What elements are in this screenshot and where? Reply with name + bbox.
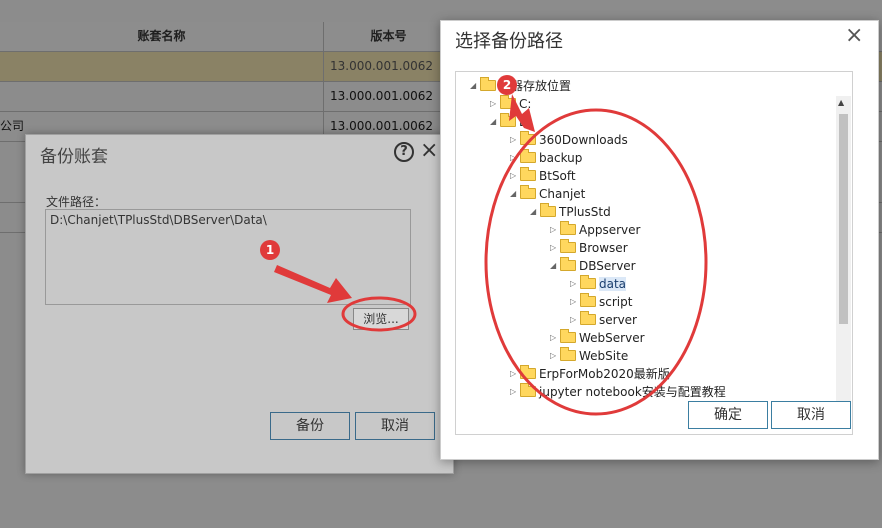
step-marker-2: 2 [497,75,517,95]
tree-node-label: D: [519,115,533,129]
tree-node-label: BtSoft [539,169,576,183]
collapsed-triangle-icon[interactable]: ▷ [490,95,500,113]
dialog-title: 选择备份路径 [455,31,563,52]
close-icon[interactable]: × [420,138,438,163]
tree-node[interactable]: ◢ 务器存放位置 [470,77,571,95]
cancel-button[interactable]: 取消 [771,401,851,429]
column-header-name: 账套名称 [137,29,186,43]
tree-node-label: backup [539,151,583,165]
expanded-triangle-icon[interactable]: ◢ [550,257,560,275]
tree-node[interactable]: ▷ script [570,293,632,311]
tree-node[interactable]: ▷ Browser [550,239,628,257]
tree-node-label: Chanjet [539,187,586,201]
folder-icon [540,203,556,217]
row-name [0,52,323,81]
cancel-button[interactable]: 取消 [355,412,435,440]
tree-node-label: WebServer [579,331,645,345]
folder-icon [560,239,576,253]
expanded-triangle-icon[interactable]: ◢ [530,203,540,221]
folder-tree[interactable]: ◢ 务器存放位置 ▷ C: ◢ D: ▷ 360Downloads ▷ backup ▷ BtSoft… [455,71,853,435]
row-name [0,82,323,111]
folder-icon [580,293,596,307]
expanded-triangle-icon[interactable]: ◢ [510,185,520,203]
tree-node[interactable]: ▷ WebServer [550,329,645,347]
collapsed-triangle-icon[interactable]: ▷ [510,365,520,383]
close-icon[interactable]: × [845,23,863,48]
collapsed-triangle-icon[interactable]: ▷ [510,149,520,167]
tree-node[interactable]: ▷ server [570,311,637,329]
tree-node[interactable]: ▷ backup [510,149,582,167]
row-version: 13.000.001.0062 [323,52,453,81]
dialog-title: 备份账套 [40,147,108,167]
tree-node[interactable]: ◢ D: [490,113,532,131]
collapsed-triangle-icon[interactable]: ▷ [510,167,520,185]
tree-node[interactable]: ▷ Appserver [550,221,640,239]
tree-node-label: Appserver [579,223,641,237]
tree-node-label: script [599,295,633,309]
tree-node[interactable]: ▷ data [570,275,627,293]
expanded-triangle-icon[interactable]: ◢ [470,77,480,95]
tree-node-label: Browser [579,241,628,255]
folder-icon [520,365,536,379]
tree-node-label: jupyter notebook安装与配置教程 [539,385,726,399]
backup-button[interactable]: 备份 [270,412,350,440]
help-icon[interactable]: ? [394,142,414,162]
folder-icon [520,149,536,163]
folder-icon [520,167,536,181]
collapsed-triangle-icon[interactable]: ▷ [550,221,560,239]
tree-node[interactable]: ▷ BtSoft [510,167,576,185]
collapsed-triangle-icon[interactable]: ▷ [570,311,580,329]
collapsed-triangle-icon[interactable]: ▷ [510,131,520,149]
collapsed-triangle-icon[interactable]: ▷ [550,329,560,347]
tree-node[interactable]: ◢ DBServer [550,257,636,275]
row-version: 13.000.001.0062 [323,82,453,111]
tree-node[interactable]: ▷ ErpForMob2020最新版 [510,365,670,383]
tree-node-label: data [599,277,627,291]
column-header-version: 版本号 [323,22,453,51]
file-path-label: 文件路径： [46,195,107,209]
folder-icon [560,329,576,343]
collapsed-triangle-icon[interactable]: ▷ [550,347,560,365]
collapsed-triangle-icon[interactable]: ▷ [570,275,580,293]
tree-scrollbar[interactable]: ▲ ▼ [836,96,851,416]
scroll-thumb[interactable] [839,114,848,324]
folder-icon [520,383,536,397]
tree-node[interactable]: ◢ Chanjet [510,185,585,203]
backup-account-dialog: 备份账套 ? × 文件路径： D:\Chanjet\TPlusStd\DBSer… [25,134,454,474]
tree-node-label: server [599,313,637,327]
tree-node[interactable]: ▷ C: [490,95,531,113]
folder-icon [580,275,596,289]
folder-icon [560,221,576,235]
tree-node-label: C: [519,97,532,111]
expanded-triangle-icon[interactable]: ◢ [490,113,500,131]
tree-node-label: 360Downloads [539,133,628,147]
browse-button[interactable]: 浏览... [353,308,409,330]
folder-icon [500,95,516,109]
tree-node[interactable]: ▷ WebSite [550,347,628,365]
tree-node[interactable]: ▷ jupyter notebook安装与配置教程 [510,383,726,401]
folder-icon [520,185,536,199]
collapsed-triangle-icon[interactable]: ▷ [550,239,560,257]
tree-node-label: DBServer [579,259,636,273]
folder-icon [580,311,596,325]
confirm-button[interactable]: 确定 [688,401,768,429]
collapsed-triangle-icon[interactable]: ▷ [570,293,580,311]
folder-icon [500,113,516,127]
folder-icon [520,131,536,145]
tree-node-label: TPlusStd [559,205,611,219]
tree-node[interactable]: ▷ 360Downloads [510,131,628,149]
scroll-up-arrow-icon[interactable]: ▲ [838,98,844,107]
tree-node[interactable]: ◢ TPlusStd [530,203,611,221]
step-marker-1: 1 [260,240,280,260]
file-path-field[interactable]: D:\Chanjet\TPlusStd\DBServer\Data\ [45,209,411,305]
folder-icon [560,257,576,271]
folder-icon [560,347,576,361]
folder-icon [480,77,496,91]
tree-node-label: ErpForMob2020最新版 [539,367,670,381]
collapsed-triangle-icon[interactable]: ▷ [510,383,520,401]
tree-node-label: WebSite [579,349,629,363]
